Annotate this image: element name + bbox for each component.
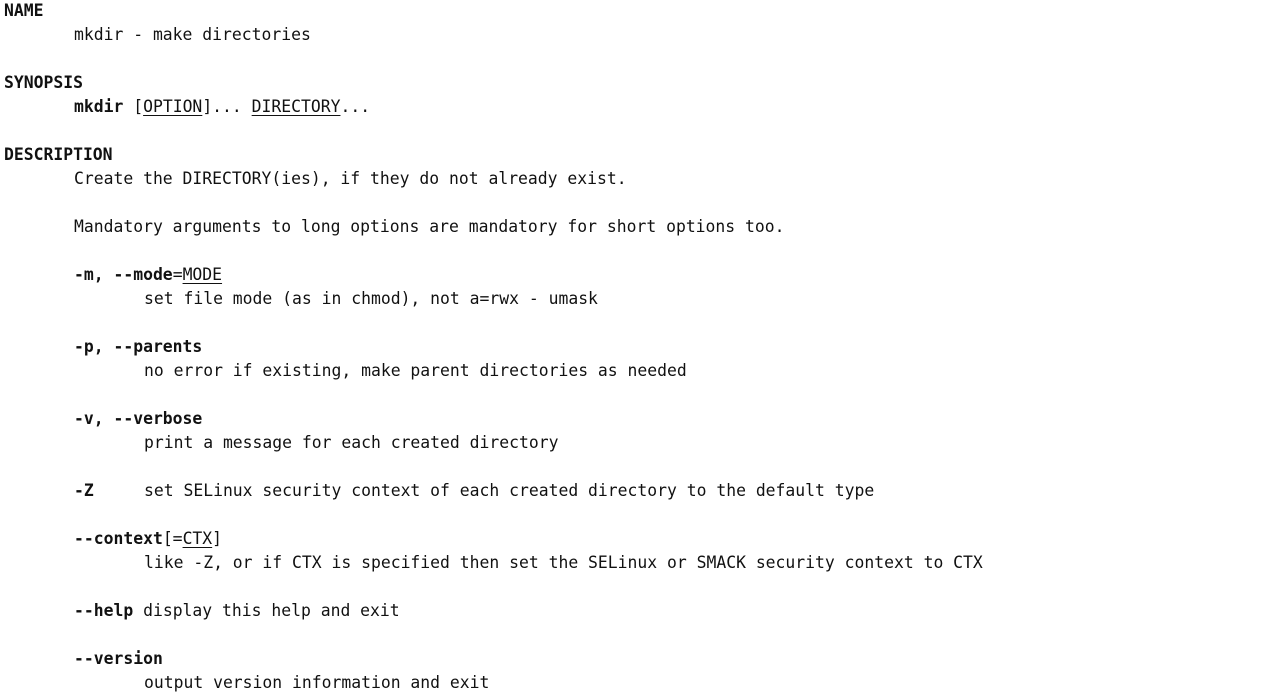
option-z-desc: set SELinux security context of each cre… <box>144 481 875 500</box>
synopsis-command: mkdir <box>74 97 124 116</box>
synopsis-option-arg: OPTION <box>143 97 203 116</box>
section-heading-synopsis: SYNOPSIS <box>4 73 83 92</box>
option-context: --context[=CTX] <box>4 527 983 551</box>
option-mode-flag: -m, --mode <box>74 265 173 284</box>
option-context-bracket-close: ] <box>212 529 223 548</box>
option-parents-flag: -p, --parents <box>74 337 203 356</box>
option-z: -Z set SELinux security context of each c… <box>4 479 983 503</box>
option-help-desc: display this help and exit <box>133 601 400 620</box>
option-context-arg: CTX <box>182 529 213 548</box>
name-text: mkdir - make directories <box>74 25 311 44</box>
option-mode: -m, --mode=MODE <box>4 263 983 287</box>
option-mode-desc: set file mode (as in chmod), not a=rwx -… <box>144 289 598 308</box>
synopsis-bracket-open: [ <box>123 97 144 116</box>
option-mode-equals: = <box>172 265 183 284</box>
option-context-flag: --context <box>74 529 163 548</box>
option-version-desc: output version information and exit <box>144 673 490 692</box>
description-line-1: Create the DIRECTORY(ies), if they do no… <box>74 169 627 188</box>
man-page: NAME mkdir - make directories SYNOPSIS m… <box>4 0 983 695</box>
synopsis-ellipsis: ... <box>340 97 371 116</box>
option-z-flag: -Z <box>74 481 94 500</box>
option-verbose-flag: -v, --verbose <box>74 409 203 428</box>
section-heading-description: DESCRIPTION <box>4 145 113 164</box>
option-context-desc: like -Z, or if CTX is specified then set… <box>144 553 983 572</box>
synopsis-line: mkdir [OPTION]... DIRECTORY... <box>4 95 983 119</box>
synopsis-bracket-close: ]... <box>202 97 252 116</box>
option-help: --help display this help and exit <box>4 599 983 623</box>
option-parents-desc: no error if existing, make parent direct… <box>144 361 687 380</box>
option-mode-arg: MODE <box>182 265 223 284</box>
option-help-flag: --help <box>74 601 134 620</box>
synopsis-directory-arg: DIRECTORY <box>251 97 341 116</box>
option-verbose-desc: print a message for each created directo… <box>144 433 559 452</box>
description-line-2: Mandatory arguments to long options are … <box>74 217 785 236</box>
option-version-flag: --version <box>74 649 163 668</box>
option-context-bracket-open: [= <box>162 529 183 548</box>
section-heading-name: NAME <box>4 1 44 20</box>
